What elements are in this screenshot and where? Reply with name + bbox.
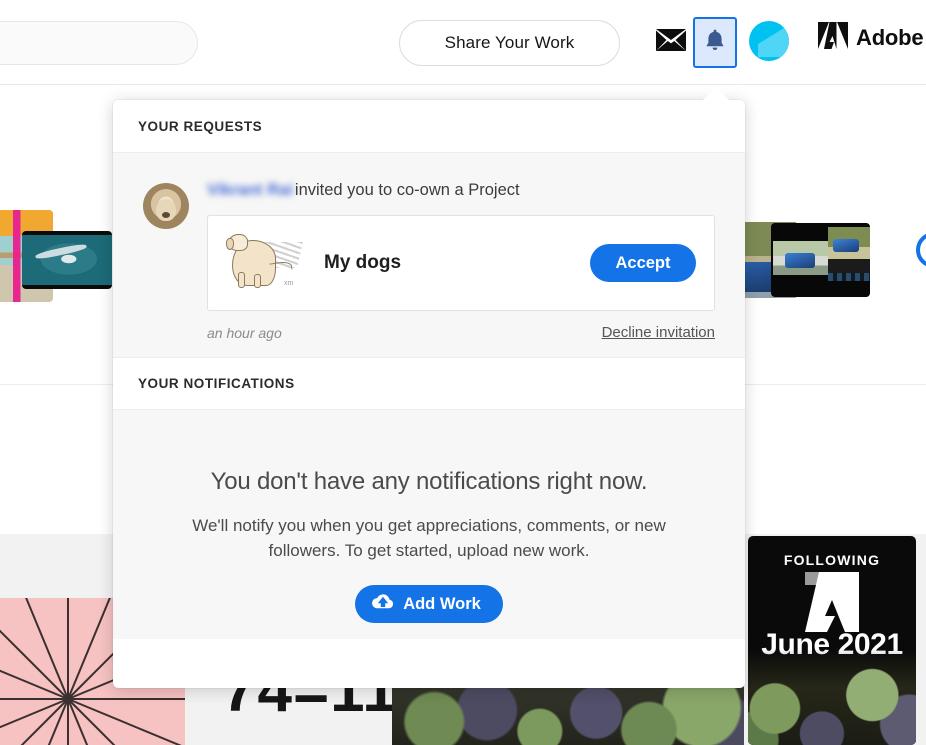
thumbnail-teal-art[interactable] xyxy=(22,231,112,289)
search-input[interactable] xyxy=(0,21,198,65)
empty-state-title: You don't have any notifications right n… xyxy=(210,468,648,495)
starburst-ray xyxy=(0,598,69,700)
messages-button[interactable] xyxy=(653,24,689,60)
starburst-ray xyxy=(68,698,185,700)
top-navigation-bar: Share Your Work Adobe xyxy=(0,0,926,85)
add-work-label: Add Work xyxy=(403,594,481,613)
decline-invitation-link[interactable]: Decline invitation xyxy=(602,324,715,341)
following-card[interactable]: FOLLOWING June 2021 xyxy=(748,536,916,745)
avatar[interactable] xyxy=(747,19,791,63)
share-your-work-button[interactable]: Share Your Work xyxy=(399,20,620,66)
requester-avatar[interactable] xyxy=(143,183,189,229)
your-notifications-header: YOUR NOTIFICATIONS xyxy=(113,357,745,410)
request-timestamp: an hour ago xyxy=(207,324,282,341)
requester-name[interactable]: Vikrant Rai xyxy=(207,179,293,201)
empty-state-subtitle: We'll notify you when you get appreciati… xyxy=(192,516,666,560)
project-card[interactable]: xm My dogs Accept xyxy=(207,215,715,311)
user-avatar-image xyxy=(749,21,789,61)
your-requests-header: YOUR REQUESTS xyxy=(113,100,745,153)
your-requests-label: YOUR REQUESTS xyxy=(138,118,263,134)
accept-button[interactable]: Accept xyxy=(590,244,696,282)
starburst-ray xyxy=(0,698,68,700)
succulent-photo xyxy=(748,649,916,745)
dog-sketch-thumbnail: xm xyxy=(224,232,306,294)
notifications-popover: YOUR REQUESTS Vikrant Rai invited you to … xyxy=(113,100,745,688)
request-content: Vikrant Rai invited you to co-own a Proje… xyxy=(207,179,715,341)
notifications-empty-state: You don't have any notifications right n… xyxy=(113,410,745,639)
starburst-ray xyxy=(67,699,69,745)
notifications-button[interactable] xyxy=(693,17,737,68)
thumbnail-car-screen[interactable] xyxy=(771,223,870,297)
adobe-a-mark-icon xyxy=(818,22,848,54)
app-root: 74=11 FOLLOWING June 2021 Share Your Wor… xyxy=(0,0,926,745)
bell-icon xyxy=(704,28,726,58)
cloud-upload-icon xyxy=(372,593,394,615)
request-item: Vikrant Rai invited you to co-own a Proje… xyxy=(143,179,715,341)
request-message-text: invited you to co-own a Project xyxy=(294,181,520,199)
following-label: FOLLOWING xyxy=(783,552,881,568)
project-title: My dogs xyxy=(324,252,402,273)
request-message: Vikrant Rai invited you to co-own a Proje… xyxy=(207,179,715,201)
add-work-button[interactable]: Add Work xyxy=(355,585,503,623)
adobe-brand-label: Adobe xyxy=(856,25,924,50)
requests-section: Vikrant Rai invited you to co-own a Proje… xyxy=(113,153,745,357)
your-notifications-label: YOUR NOTIFICATIONS xyxy=(138,376,295,391)
envelope-icon xyxy=(656,28,686,56)
share-your-work-label: Share Your Work xyxy=(444,33,575,52)
starburst-ray xyxy=(67,598,69,699)
adobe-brand-logo[interactable]: Adobe xyxy=(818,22,924,54)
request-footer: an hour ago Decline invitation xyxy=(207,324,715,341)
